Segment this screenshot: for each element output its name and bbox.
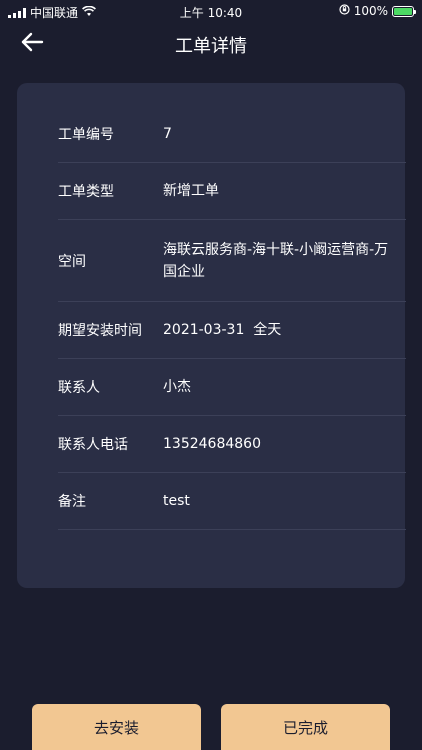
completed-button[interactable]: 已完成 (221, 704, 390, 750)
detail-value: 13524684860 (163, 436, 261, 452)
detail-row-install-time: 期望安装时间 2021-03-31 全天 (58, 302, 406, 359)
detail-row-order-type: 工单类型 新增工单 (58, 163, 406, 220)
detail-label: 期望安装时间 (58, 323, 142, 339)
detail-label: 工单类型 (58, 184, 114, 200)
detail-value: 2021-03-31 全天 (163, 322, 282, 338)
detail-value: test (163, 493, 190, 509)
page-title: 工单详情 (175, 36, 247, 57)
detail-label: 联系人电话 (58, 437, 128, 453)
detail-row-space: 空间 海联云服务商-海十联-小阚运营商-万国企业 (58, 220, 406, 302)
nav-bar: 工单详情 (0, 24, 422, 64)
detail-row-contact: 联系人 小杰 (58, 359, 406, 416)
detail-value: 小杰 (163, 379, 191, 395)
detail-label: 联系人 (58, 380, 100, 396)
battery-icon (392, 5, 416, 17)
detail-value: 7 (163, 125, 172, 142)
detail-label: 工单编号 (58, 126, 114, 143)
detail-card: 工单编号 7 工单类型 新增工单 空间 海联云服务商-海十联-小阚运营商-万国企… (17, 83, 406, 588)
status-bar: 中国联通 上午 10:40 100% (0, 0, 422, 24)
status-right: 100% (339, 4, 416, 18)
detail-value: 新增工单 (163, 183, 219, 199)
detail-value: 海联云服务商-海十联-小阚运营商-万国企业 (163, 241, 389, 280)
go-install-button[interactable]: 去安装 (32, 704, 201, 750)
detail-row-order-number: 工单编号 7 (58, 105, 406, 163)
detail-label: 备注 (58, 494, 86, 510)
battery-percent: 100% (353, 4, 388, 18)
detail-label: 空间 (58, 253, 86, 270)
orientation-lock-icon (339, 4, 350, 18)
detail-row-contact-phone: 联系人电话 13524684860 (58, 416, 406, 473)
detail-row-remark: 备注 test (58, 473, 406, 530)
